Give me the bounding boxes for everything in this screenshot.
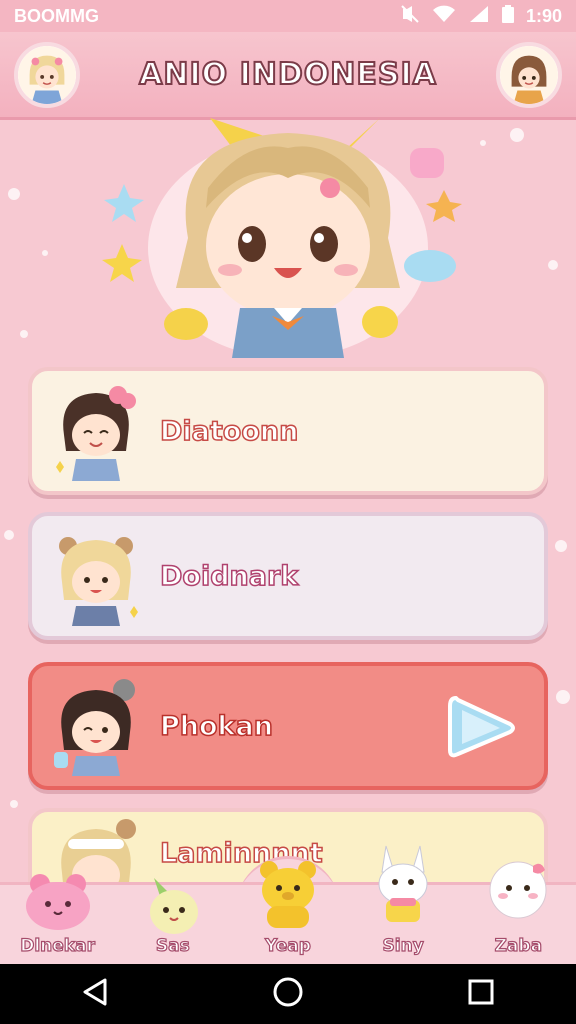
chibi-character-icon bbox=[32, 666, 160, 786]
nav-label: Yeap bbox=[264, 935, 311, 956]
nav-item-zaba[interactable]: Zaba bbox=[463, 861, 573, 964]
home-icon[interactable] bbox=[272, 976, 304, 1012]
chibi-character-icon bbox=[32, 371, 160, 491]
white-puppy-icon bbox=[483, 854, 553, 930]
status-bar: BOOMMG 1:90 bbox=[0, 0, 576, 32]
mute-icon bbox=[400, 4, 420, 28]
battery-icon bbox=[501, 4, 514, 28]
menu-card-label: Diatoonn bbox=[159, 415, 299, 448]
nav-item-dlnekar[interactable]: Dlnekar bbox=[3, 874, 113, 964]
pink-bunny-icon bbox=[18, 872, 98, 936]
nav-label: Zaba bbox=[494, 935, 543, 956]
nav-item-yeap[interactable]: Yeap bbox=[233, 861, 343, 964]
green-sprout-icon bbox=[138, 872, 208, 940]
yellow-bear-icon bbox=[253, 858, 323, 934]
app-header: ANIO INDONESIA bbox=[0, 32, 576, 120]
nav-label: Dlnekar bbox=[20, 935, 96, 956]
nav-item-siny[interactable]: Siny bbox=[348, 845, 458, 964]
menu-card-doidnark[interactable]: Doidnark bbox=[28, 512, 548, 640]
play-icon[interactable] bbox=[446, 692, 518, 768]
status-icons: 1:90 bbox=[400, 4, 562, 28]
menu-card-label: Doidnark bbox=[159, 560, 299, 593]
menu-card-diatoonn[interactable]: Diatoonn bbox=[28, 367, 548, 495]
bottom-navigation: Dlnekar Sas Yeap Siny Zaba bbox=[0, 845, 576, 964]
nav-item-sas[interactable]: Sas bbox=[118, 878, 228, 964]
signal-icon bbox=[468, 5, 490, 28]
system-navigation-bar bbox=[0, 964, 576, 1024]
recents-icon[interactable] bbox=[467, 978, 495, 1010]
wifi-icon bbox=[432, 5, 456, 28]
hero-mascot-illustration bbox=[100, 118, 476, 358]
profile-avatar-right[interactable] bbox=[496, 42, 562, 108]
menu-card-phokan[interactable]: Phokan bbox=[28, 662, 548, 790]
page-title: ANIO INDONESIA bbox=[138, 56, 437, 93]
profile-avatar-left[interactable] bbox=[14, 42, 80, 108]
menu-card-label: Phokan bbox=[159, 710, 273, 743]
white-bunny-icon bbox=[368, 842, 438, 930]
status-left-text: BOOMMG bbox=[14, 5, 99, 26]
chibi-character-icon bbox=[32, 516, 160, 636]
back-icon[interactable] bbox=[81, 977, 109, 1011]
nav-label: Siny bbox=[382, 935, 424, 956]
clock-time: 1:90 bbox=[525, 5, 562, 26]
